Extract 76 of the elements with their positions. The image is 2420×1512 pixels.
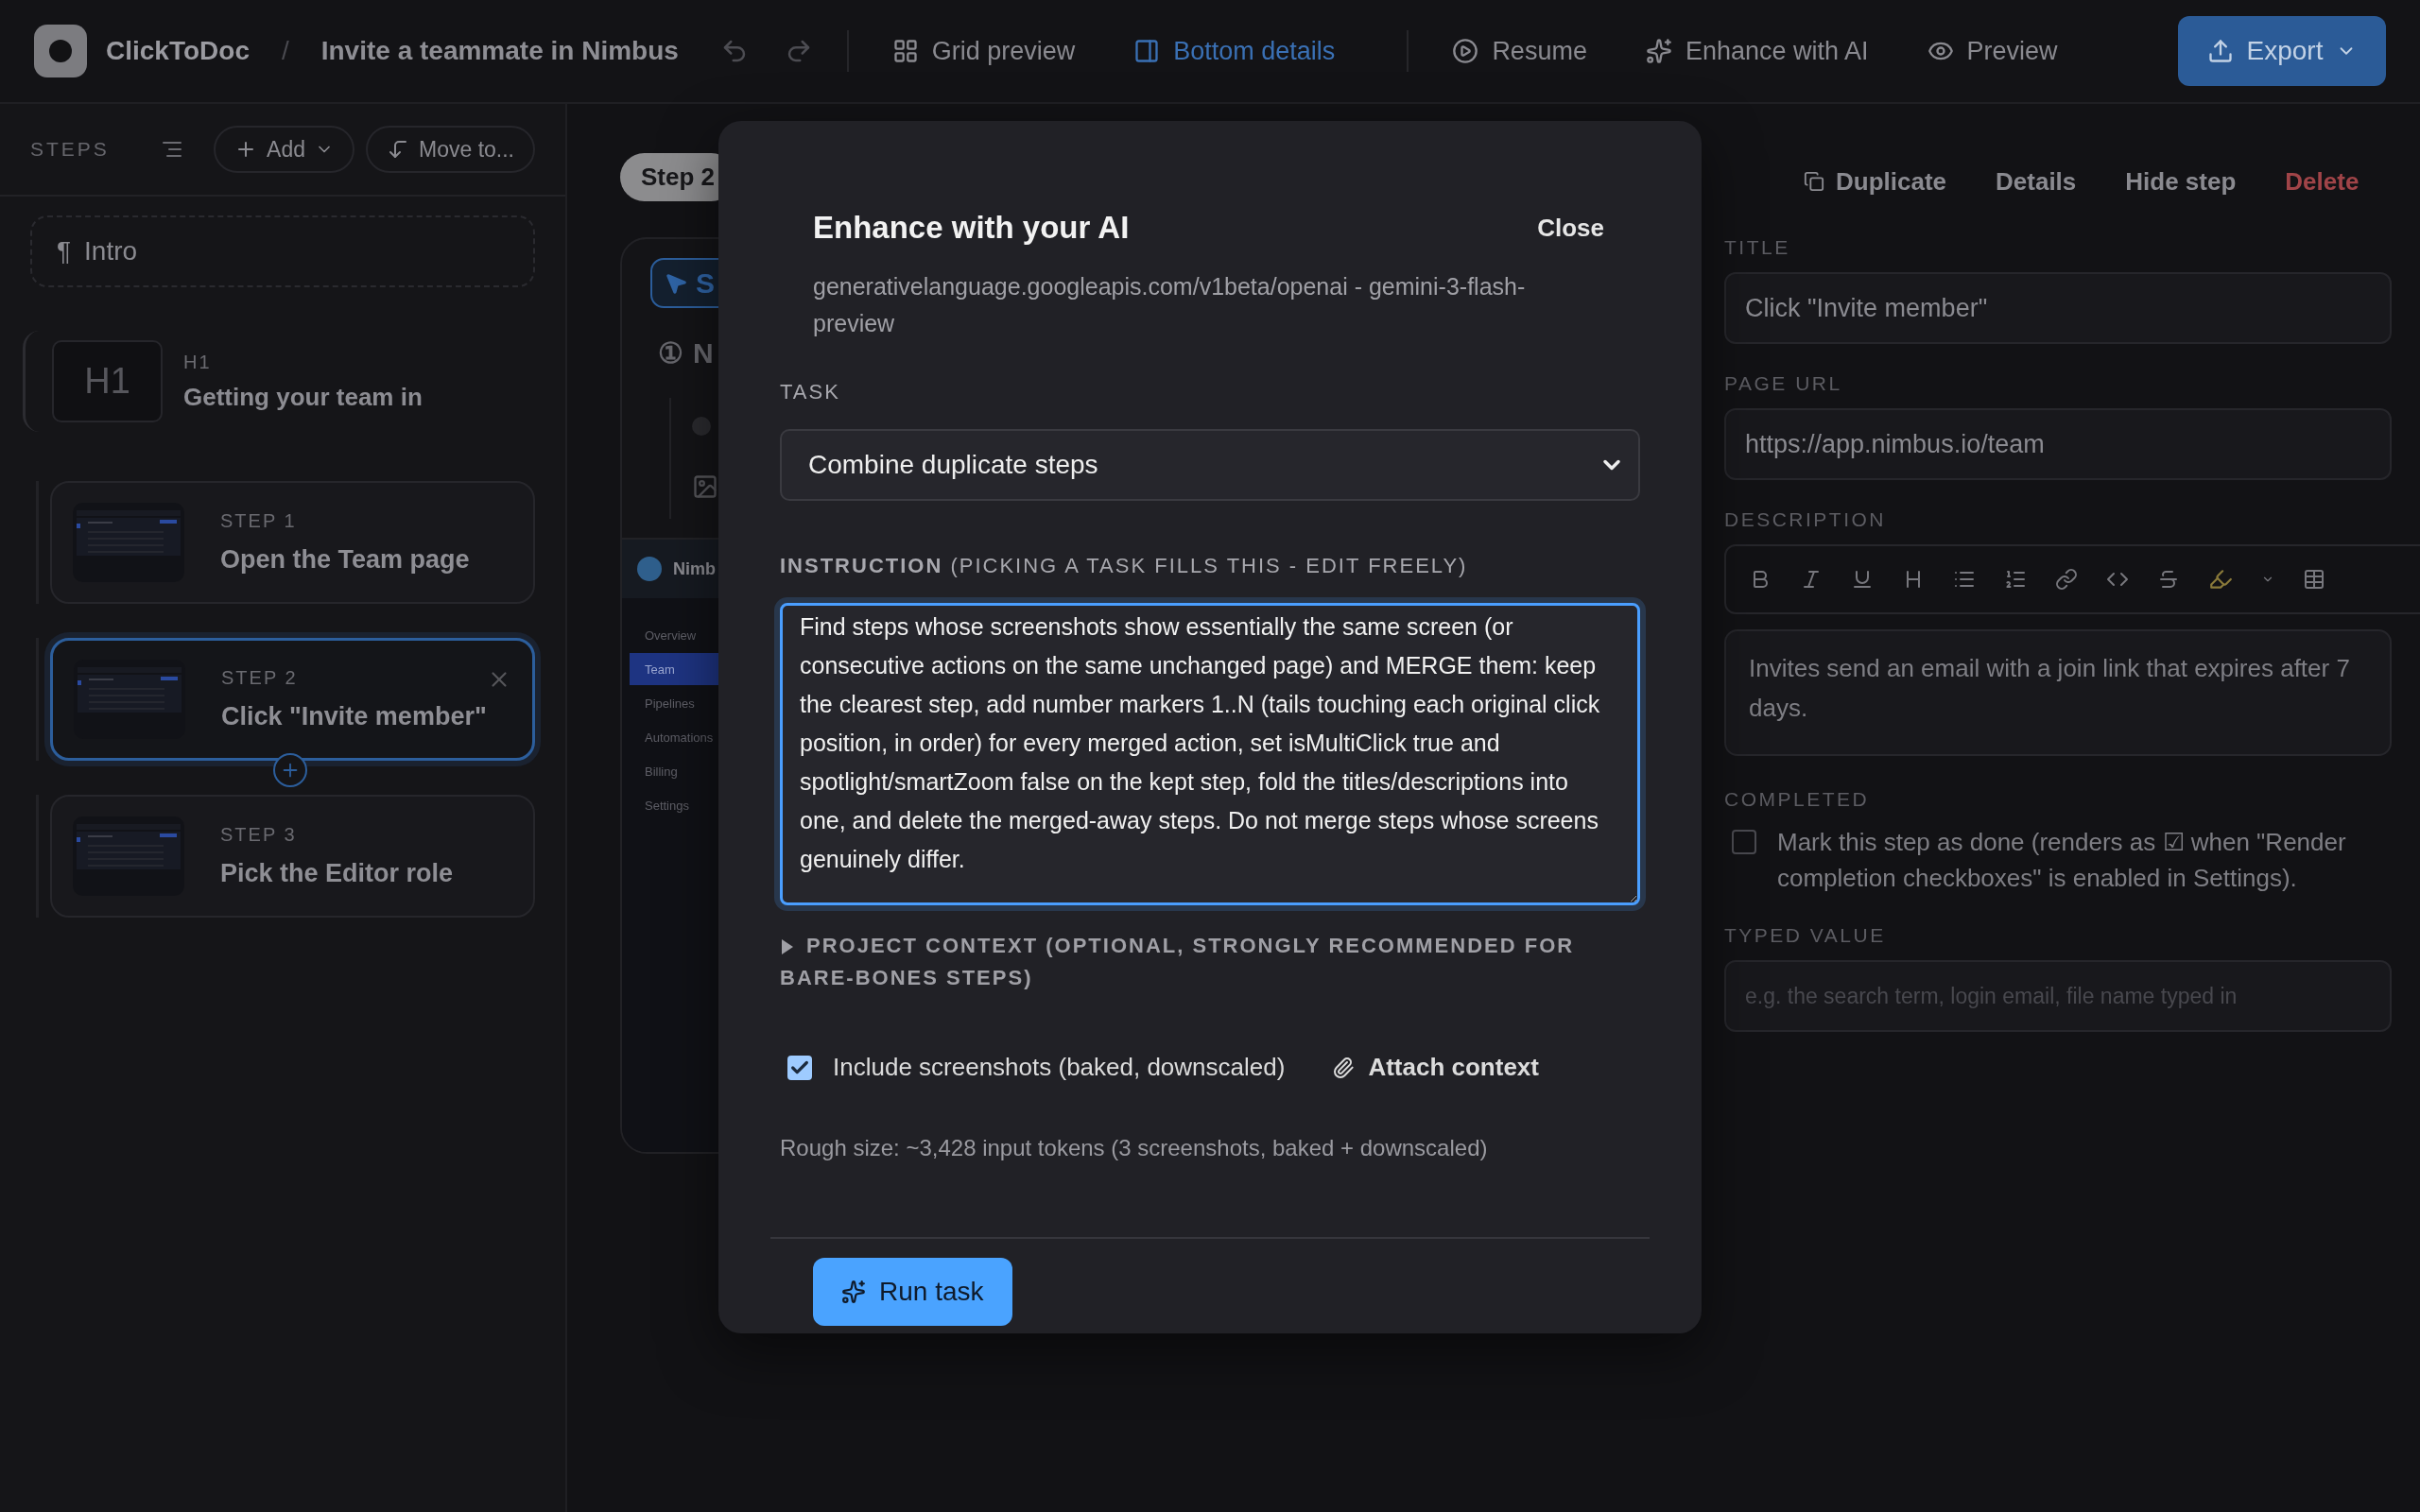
toolbar-button[interactable]: Resume (1437, 26, 1602, 76)
copy-icon (1804, 171, 1824, 192)
heading-level: H1 (183, 351, 213, 373)
export-button[interactable]: Export (2178, 16, 2386, 86)
timeline-dot (692, 417, 711, 437)
step-action-button[interactable]: Duplicate (1804, 166, 1947, 197)
marker-title: N (693, 336, 714, 369)
field-label: TITLE (1724, 236, 1791, 259)
link-icon[interactable] (2055, 568, 2078, 591)
strikethrough-icon[interactable] (2157, 568, 2180, 591)
step-action-button[interactable]: Hide step (2125, 166, 2237, 197)
grid-icon (891, 38, 919, 64)
insert-step-button[interactable] (273, 753, 307, 787)
view-tab[interactable]: Bottom details (1118, 26, 1351, 76)
highlighter-icon[interactable] (2208, 567, 2233, 592)
step-label: STEP 2 (221, 667, 299, 689)
run-task-button[interactable]: Run task (813, 1258, 1012, 1326)
step-card[interactable]: STEP 1 Open the Team page (50, 481, 535, 604)
panel-icon (1133, 38, 1161, 64)
move-button[interactable]: Move to... (366, 126, 535, 173)
instruction-label: INSTRUCTION (PICKING A TASK FILLS THIS - EDIT FREELY) (780, 554, 1469, 578)
instruction-field[interactable]: Find steps whose screenshots show essentially the same screen (or consecutive actions on the same unchanged page) and MERGE them: keep the clearest step, add number markers 1..N (tails touching each original click position, in order) for every merged action, set isMultiClick true and spotlight/smartZoom false on the kept step, fold the titles/descriptions into one, and delete the merged-away steps. Do not merge steps whose screens genuinely differ. (780, 603, 1640, 905)
field-label: PAGE URL (1724, 372, 1843, 395)
app-name: ClickToDoc (106, 36, 250, 66)
underline-icon[interactable] (1851, 568, 1874, 591)
size-note: Rough size: ~3,428 input tokens (3 screenshots, baked + downscaled) (780, 1135, 1489, 1161)
task-label: TASK (780, 380, 841, 404)
step-action-button[interactable]: Details (1996, 166, 2077, 197)
field-label: COMPLETED (1724, 788, 1871, 811)
field-label: TYPED VALUE (1724, 924, 1887, 947)
step-title: Click "Invite member" (221, 702, 487, 731)
sparkles-icon (1645, 38, 1672, 64)
screenshots-checkbox[interactable] (787, 1055, 812, 1080)
image-icon (692, 473, 718, 501)
add-button[interactable]: Add (214, 126, 354, 173)
task-select[interactable]: Combine duplicate steps (780, 429, 1640, 501)
step-title: Open the Team page (220, 545, 470, 575)
numbered-list-icon[interactable] (2004, 568, 2027, 591)
checkbox-label: Include screenshots (baked, downscaled) (833, 1053, 1286, 1082)
app-logo (34, 25, 87, 77)
project-title[interactable]: Invite a teammate in Nimbus (320, 36, 681, 66)
paperclip-icon (1332, 1056, 1356, 1079)
title-field[interactable]: Click "Invite member" (1724, 272, 2392, 344)
step-action-button[interactable]: Delete (2285, 166, 2360, 197)
step-label: STEP 3 (220, 824, 298, 846)
breadcrumb-separator: / (281, 36, 289, 66)
step-label: STEP 1 (220, 510, 298, 532)
intro-item[interactable]: ¶ Intro (30, 215, 535, 287)
sparkles-icon (841, 1280, 866, 1304)
upload-icon (2206, 38, 2234, 64)
attach-context-button[interactable]: Attach context (1332, 1053, 1539, 1082)
field-label: DESCRIPTION (1724, 508, 1887, 531)
description-field[interactable]: Invites send an email with a join link that expires after 7 days. (1724, 629, 2392, 756)
completed-checkbox[interactable] (1732, 830, 1756, 854)
view-tab[interactable]: Grid preview (876, 26, 1091, 76)
toolbar-button[interactable]: Enhance with AI (1630, 26, 1884, 76)
marker-number: ① (658, 336, 683, 370)
action-label: S (696, 266, 715, 300)
dialog-title: Enhance with your AI (813, 210, 1130, 246)
heading-item[interactable]: H1 H1 Getting your team in (23, 331, 535, 432)
turn-arrow-icon (387, 138, 409, 161)
heading-badge: H1 (52, 340, 163, 422)
project-context-toggle[interactable]: PROJECT CONTEXT (OPTIONAL, STRONGLY RECOMMENDED FOR BARE-BONES STEPS) (780, 930, 1640, 994)
completed-label: Mark this step as done (renders as ☑ when "Render completion checkboxes" is enabled in Settings). (1777, 827, 2347, 894)
sidebar-title: STEPS (30, 138, 110, 161)
table-icon[interactable] (2303, 568, 2325, 591)
endpoint-text: generativelanguage.googleapis.com/v1beta/openai - gemini-3-flash-preview (813, 272, 1527, 338)
app-name: Nimb (673, 558, 716, 579)
url-field[interactable]: https://app.nimbus.io/team (1724, 408, 2392, 480)
app-logo (637, 557, 662, 581)
play-icon (1452, 38, 1479, 64)
toolbar-button[interactable]: Preview (1911, 26, 2073, 76)
step-title: Pick the Editor role (220, 859, 454, 888)
close-button[interactable]: Close (1537, 213, 1604, 243)
heading-title: Getting your team in (183, 382, 423, 412)
step-card[interactable]: STEP 3 Pick the Editor role (50, 795, 535, 918)
